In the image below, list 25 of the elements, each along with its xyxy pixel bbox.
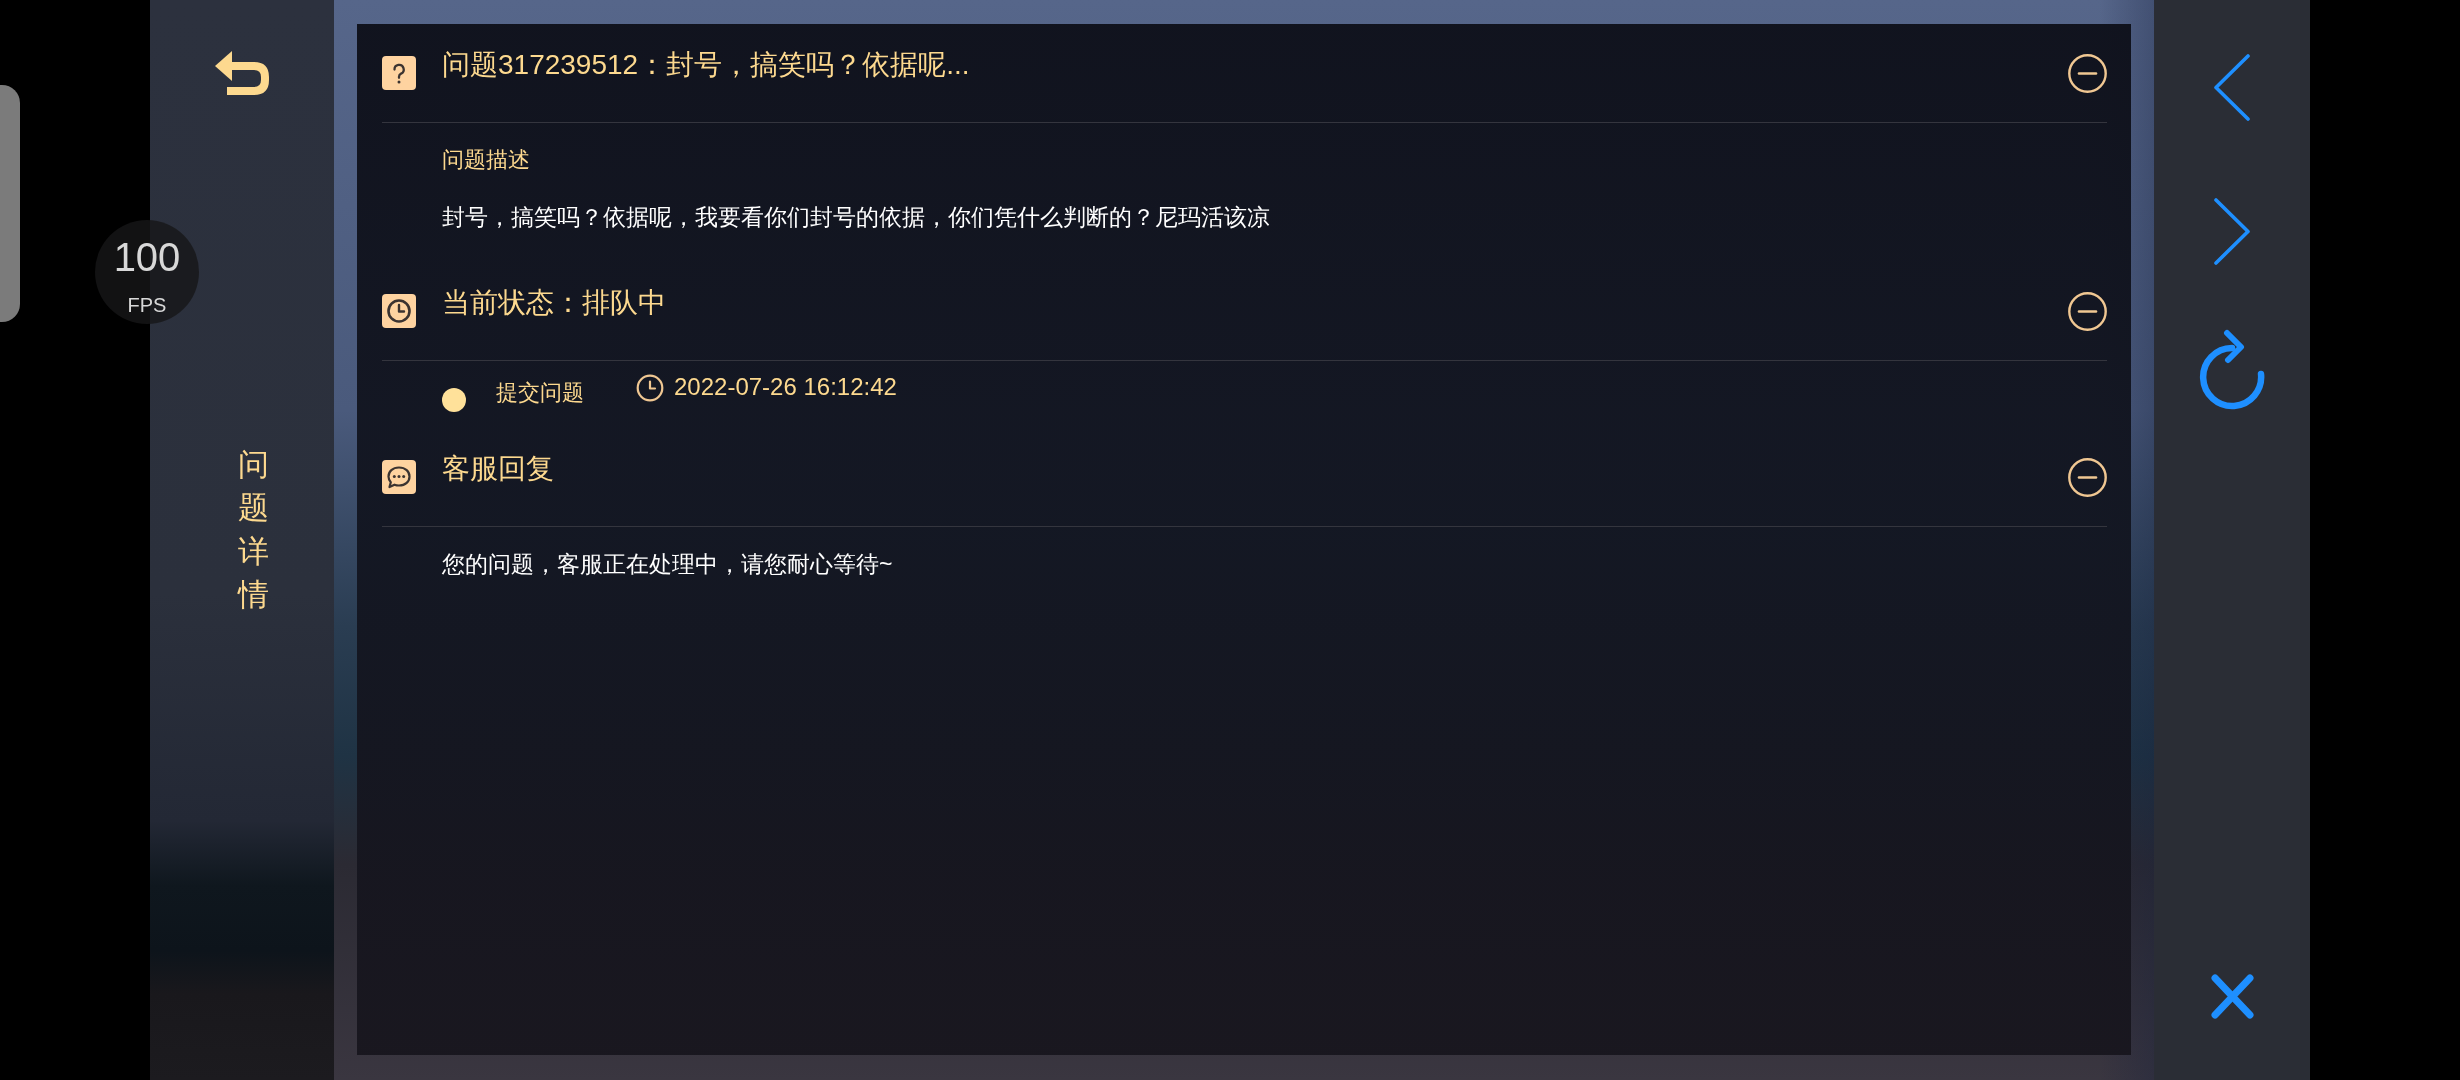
minus-circle-icon[interactable] xyxy=(2068,53,2107,93)
back-icon[interactable] xyxy=(215,49,269,95)
clock-icon xyxy=(636,374,664,402)
description-text: 封号，搞笑吗？依据呢，我要看你们封号的依据，你们凭什么判断的？尼玛活该凉 xyxy=(442,203,1271,232)
timeline-event: 提交问题 xyxy=(496,379,584,407)
section-title: 当前状态：排队中 xyxy=(442,286,667,320)
edge-handle[interactable] xyxy=(0,85,20,322)
fps-value: 100 xyxy=(113,235,181,279)
refresh-icon[interactable] xyxy=(2199,329,2265,410)
minus-circle-icon[interactable] xyxy=(2068,457,2107,497)
chevron-left-icon[interactable] xyxy=(2214,54,2250,121)
timeline-time: 2022-07-26 16:12:42 xyxy=(674,373,897,401)
clock-icon xyxy=(382,294,416,328)
fps-unit: FPS xyxy=(127,294,167,316)
section-title: 客服回复 xyxy=(442,452,555,486)
chat-icon xyxy=(382,460,416,494)
section-title: 问题317239512：封号，搞笑吗？依据呢... xyxy=(442,48,971,82)
chevron-right-icon[interactable] xyxy=(2214,198,2250,265)
description-label: 问题描述 xyxy=(442,146,531,174)
reply-text: 您的问题，客服正在处理中，请您耐心等待~ xyxy=(442,550,894,579)
close-icon[interactable] xyxy=(2210,974,2254,1019)
minus-circle-icon[interactable] xyxy=(2068,291,2107,331)
sidebar-title: 问题详情 xyxy=(237,446,269,615)
timeline-dot-icon xyxy=(442,388,466,412)
question-icon xyxy=(382,56,416,90)
